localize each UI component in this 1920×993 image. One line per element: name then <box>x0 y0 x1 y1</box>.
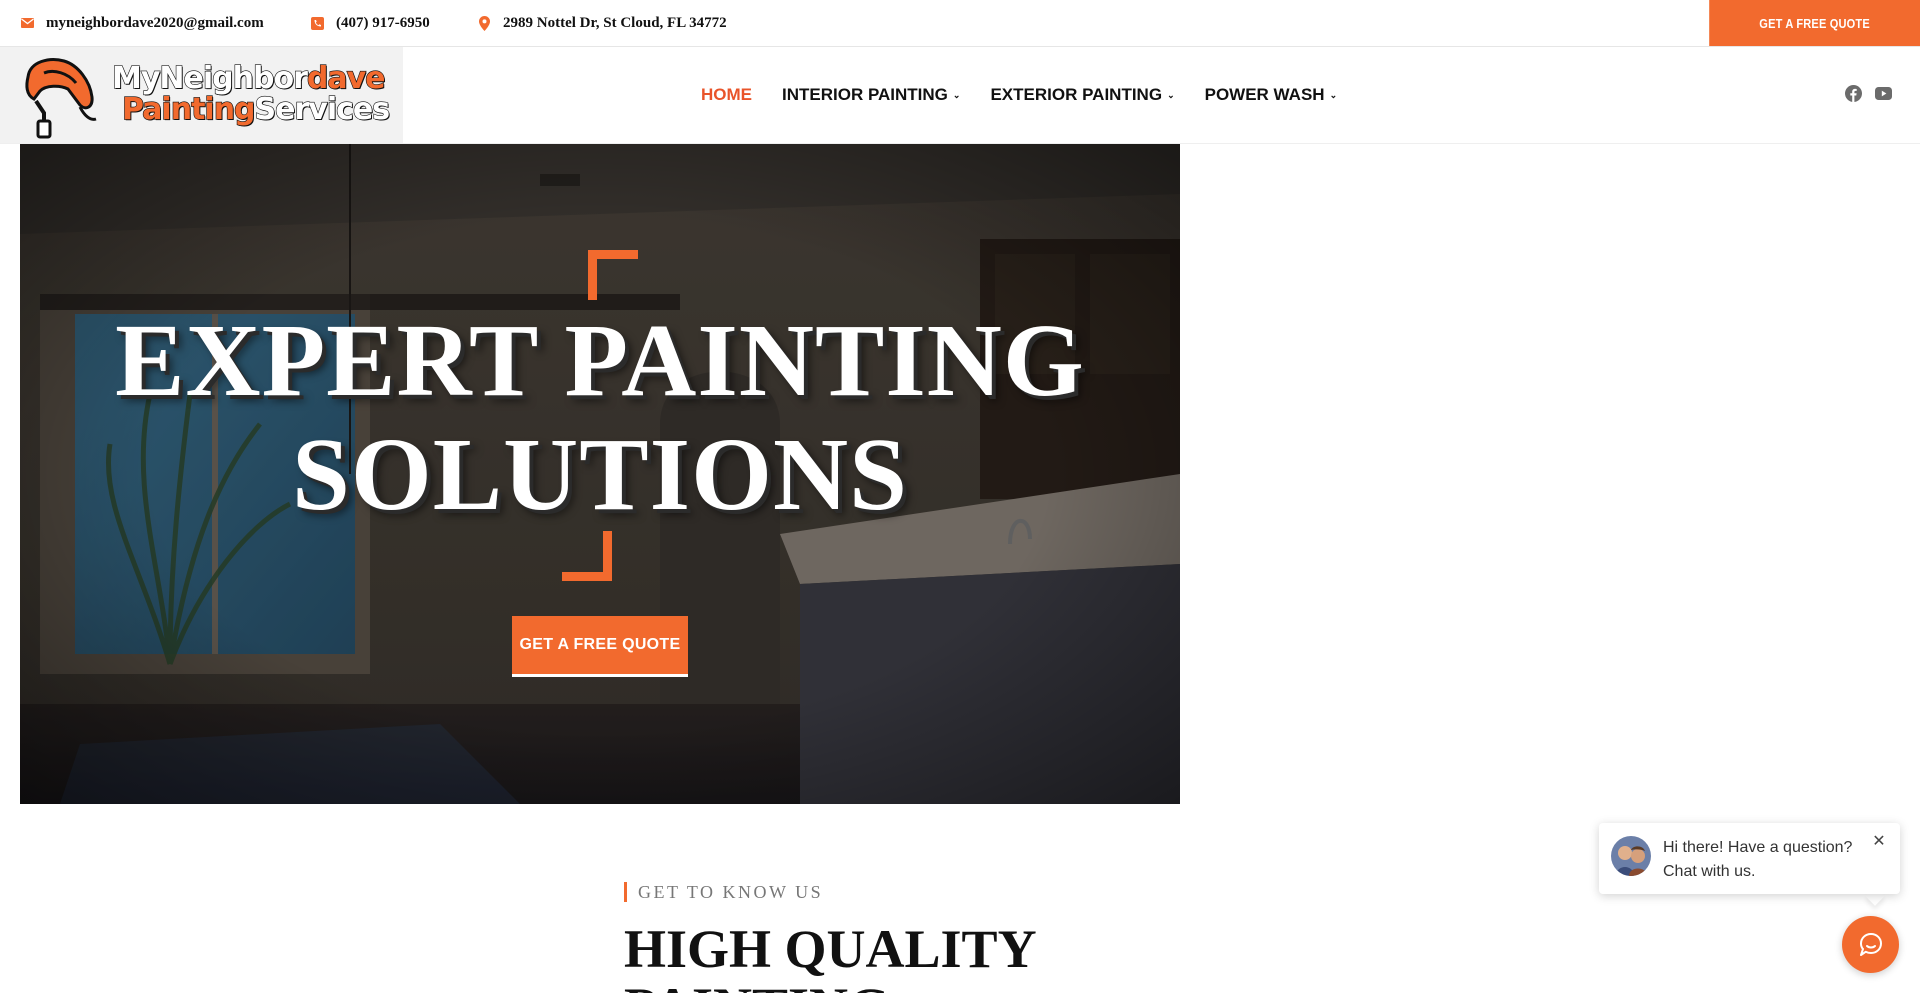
logo-text: MyNeighbordave PaintingServices <box>111 61 391 127</box>
chevron-down-icon: ⌄ <box>952 89 961 100</box>
decorative-bracket-bottom <box>562 531 612 581</box>
logo-word-services: Services <box>254 92 391 127</box>
section-eyebrow: GET TO KNOW US <box>624 882 823 902</box>
logo-word-myneighbor: MyNeighbor <box>111 61 308 96</box>
chat-message: Hi there! Have a question? Chat with us. <box>1663 839 1853 880</box>
nav-item-home[interactable]: HOME <box>701 85 752 105</box>
get-quote-button-top[interactable]: GET A FREE QUOTE <box>1709 0 1920 46</box>
main-nav: HOME INTERIOR PAINTING ⌄ EXTERIOR PAINTIN… <box>701 47 1337 143</box>
hero-title-line1: EXPERT PAINTING <box>115 303 1085 418</box>
logo[interactable]: MyNeighbordave PaintingServices <box>0 47 403 143</box>
chat-greeting-bubble[interactable]: Hi there! Have a question? Chat with us.… <box>1599 823 1900 894</box>
youtube-icon[interactable] <box>1875 85 1892 102</box>
map-pin-icon <box>477 15 491 31</box>
site-header: MyNeighbordave PaintingServices HOME INT… <box>0 47 1920 144</box>
phone-icon <box>310 16 324 30</box>
nav-item-interior-painting[interactable]: INTERIOR PAINTING ⌄ <box>782 85 960 105</box>
nav-item-label: HOME <box>701 85 752 104</box>
paint-roller-icon <box>25 58 97 139</box>
phone-contact[interactable]: (407) 917-6950 <box>310 0 430 46</box>
hero-title: EXPERT PAINTING SOLUTIONS <box>20 304 1180 532</box>
address-contact: 2989 Nottel Dr, St Cloud, FL 34772 <box>477 0 727 46</box>
nav-item-label: INTERIOR PAINTING <box>782 85 948 104</box>
social-links <box>1845 85 1892 102</box>
email-contact[interactable]: myneighbordave2020@gmail.com <box>20 0 264 46</box>
nav-item-power-wash[interactable]: POWER WASH ⌄ <box>1205 85 1338 105</box>
chevron-down-icon: ⌄ <box>1167 89 1175 100</box>
logo-word-dave: dave <box>306 61 386 96</box>
chat-icon <box>1859 932 1882 956</box>
hero-title-line2: SOLUTIONS <box>292 417 908 532</box>
avatar <box>1611 836 1651 876</box>
logo-word-painting: Painting <box>121 92 256 127</box>
close-icon[interactable]: ✕ <box>1872 834 1886 850</box>
chevron-down-icon: ⌄ <box>1329 89 1338 100</box>
envelope-icon <box>20 16 34 30</box>
top-bar: myneighbordave2020@gmail.com (407) 917-6… <box>0 0 1920 47</box>
phone-text[interactable]: (407) 917-6950 <box>336 15 430 32</box>
address-text: 2989 Nottel Dr, St Cloud, FL 34772 <box>503 14 727 31</box>
decorative-bracket-top <box>588 250 638 300</box>
nav-item-label: POWER WASH <box>1204 85 1325 104</box>
chat-launcher-button[interactable] <box>1842 916 1899 973</box>
nav-item-label: EXTERIOR PAINTING <box>990 85 1163 104</box>
get-quote-button-hero[interactable]: GET A FREE QUOTE <box>512 616 688 677</box>
hero-section: EXPERT PAINTING SOLUTIONS GET A FREE QUO… <box>20 144 1180 804</box>
nav-item-exterior-painting[interactable]: EXTERIOR PAINTING ⌄ <box>990 85 1174 105</box>
facebook-icon[interactable] <box>1845 85 1862 102</box>
email-text[interactable]: myneighbordave2020@gmail.com <box>46 15 264 32</box>
section-title: HIGH QUALITY PAINTING <box>624 919 1035 993</box>
